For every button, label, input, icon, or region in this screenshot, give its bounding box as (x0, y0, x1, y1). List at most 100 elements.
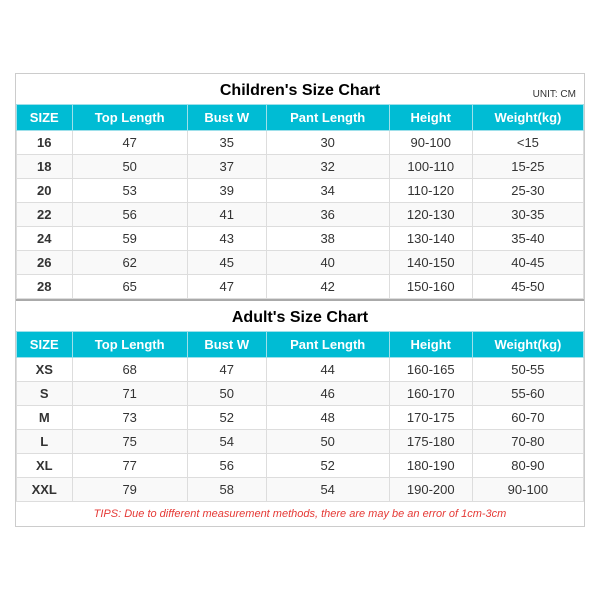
data-cell: 47 (187, 358, 266, 382)
size-cell: 28 (17, 275, 73, 299)
data-cell: 175-180 (389, 430, 472, 454)
data-cell: 39 (187, 179, 266, 203)
data-cell: 65 (72, 275, 187, 299)
data-cell: 48 (266, 406, 389, 430)
data-cell: 40 (266, 251, 389, 275)
data-cell: 52 (266, 454, 389, 478)
data-cell: 71 (72, 382, 187, 406)
data-cell: 100-110 (389, 155, 472, 179)
data-cell: 35-40 (472, 227, 583, 251)
data-cell: 73 (72, 406, 187, 430)
table-row: XL775652180-19080-90 (17, 454, 584, 478)
size-cell: 24 (17, 227, 73, 251)
data-cell: 52 (187, 406, 266, 430)
children-col-size: SIZE (17, 105, 73, 131)
data-cell: 79 (72, 478, 187, 502)
size-cell: XS (17, 358, 73, 382)
size-cell: 18 (17, 155, 73, 179)
data-cell: 130-140 (389, 227, 472, 251)
data-cell: 160-170 (389, 382, 472, 406)
adult-col-top-length: Top Length (72, 332, 187, 358)
data-cell: 90-100 (472, 478, 583, 502)
table-row: 18503732100-11015-25 (17, 155, 584, 179)
table-row: 1647353090-100<15 (17, 131, 584, 155)
data-cell: 47 (187, 275, 266, 299)
data-cell: 36 (266, 203, 389, 227)
adult-col-size: SIZE (17, 332, 73, 358)
table-row: 28654742150-16045-50 (17, 275, 584, 299)
data-cell: 160-165 (389, 358, 472, 382)
table-row: 24594338130-14035-40 (17, 227, 584, 251)
data-cell: 50 (266, 430, 389, 454)
data-cell: 120-130 (389, 203, 472, 227)
children-section-title: Children's Size Chart UNIT: CM (16, 74, 584, 104)
unit-label: UNIT: CM (533, 89, 576, 100)
adult-table: SIZE Top Length Bust W Pant Length Heigh… (16, 331, 584, 502)
data-cell: 90-100 (389, 131, 472, 155)
table-row: M735248170-17560-70 (17, 406, 584, 430)
children-title-text: Children's Size Chart (220, 82, 380, 99)
data-cell: 58 (187, 478, 266, 502)
size-cell: L (17, 430, 73, 454)
table-row: L755450175-18070-80 (17, 430, 584, 454)
data-cell: 50 (72, 155, 187, 179)
data-cell: 50-55 (472, 358, 583, 382)
data-cell: 45 (187, 251, 266, 275)
data-cell: 62 (72, 251, 187, 275)
adult-header-row: SIZE Top Length Bust W Pant Length Heigh… (17, 332, 584, 358)
data-cell: <15 (472, 131, 583, 155)
data-cell: 47 (72, 131, 187, 155)
data-cell: 180-190 (389, 454, 472, 478)
data-cell: 68 (72, 358, 187, 382)
data-cell: 55-60 (472, 382, 583, 406)
data-cell: 80-90 (472, 454, 583, 478)
data-cell: 150-160 (389, 275, 472, 299)
size-cell: S (17, 382, 73, 406)
children-col-bust-w: Bust W (187, 105, 266, 131)
adult-section-title: Adult's Size Chart (16, 299, 584, 331)
size-cell: 26 (17, 251, 73, 275)
size-chart: Children's Size Chart UNIT: CM SIZE Top … (15, 73, 585, 527)
data-cell: 37 (187, 155, 266, 179)
data-cell: 25-30 (472, 179, 583, 203)
data-cell: 56 (187, 454, 266, 478)
data-cell: 59 (72, 227, 187, 251)
children-col-weight: Weight(kg) (472, 105, 583, 131)
data-cell: 45-50 (472, 275, 583, 299)
data-cell: 35 (187, 131, 266, 155)
size-cell: XL (17, 454, 73, 478)
data-cell: 41 (187, 203, 266, 227)
size-cell: 22 (17, 203, 73, 227)
data-cell: 38 (266, 227, 389, 251)
adult-col-weight: Weight(kg) (472, 332, 583, 358)
tips-text: TIPS: Due to different measurement metho… (16, 502, 584, 526)
table-row: XS684744160-16550-55 (17, 358, 584, 382)
data-cell: 30-35 (472, 203, 583, 227)
children-col-pant-length: Pant Length (266, 105, 389, 131)
size-cell: 16 (17, 131, 73, 155)
size-cell: 20 (17, 179, 73, 203)
data-cell: 40-45 (472, 251, 583, 275)
adult-col-height: Height (389, 332, 472, 358)
table-row: S715046160-17055-60 (17, 382, 584, 406)
data-cell: 46 (266, 382, 389, 406)
data-cell: 15-25 (472, 155, 583, 179)
data-cell: 170-175 (389, 406, 472, 430)
adult-col-pant-length: Pant Length (266, 332, 389, 358)
data-cell: 190-200 (389, 478, 472, 502)
data-cell: 75 (72, 430, 187, 454)
table-row: 22564136120-13030-35 (17, 203, 584, 227)
data-cell: 42 (266, 275, 389, 299)
adult-title-text: Adult's Size Chart (232, 309, 368, 326)
size-cell: XXL (17, 478, 73, 502)
data-cell: 43 (187, 227, 266, 251)
children-col-top-length: Top Length (72, 105, 187, 131)
data-cell: 53 (72, 179, 187, 203)
data-cell: 110-120 (389, 179, 472, 203)
data-cell: 70-80 (472, 430, 583, 454)
children-table: SIZE Top Length Bust W Pant Length Heigh… (16, 104, 584, 299)
data-cell: 77 (72, 454, 187, 478)
table-row: 20533934110-12025-30 (17, 179, 584, 203)
data-cell: 54 (266, 478, 389, 502)
table-row: XXL795854190-20090-100 (17, 478, 584, 502)
